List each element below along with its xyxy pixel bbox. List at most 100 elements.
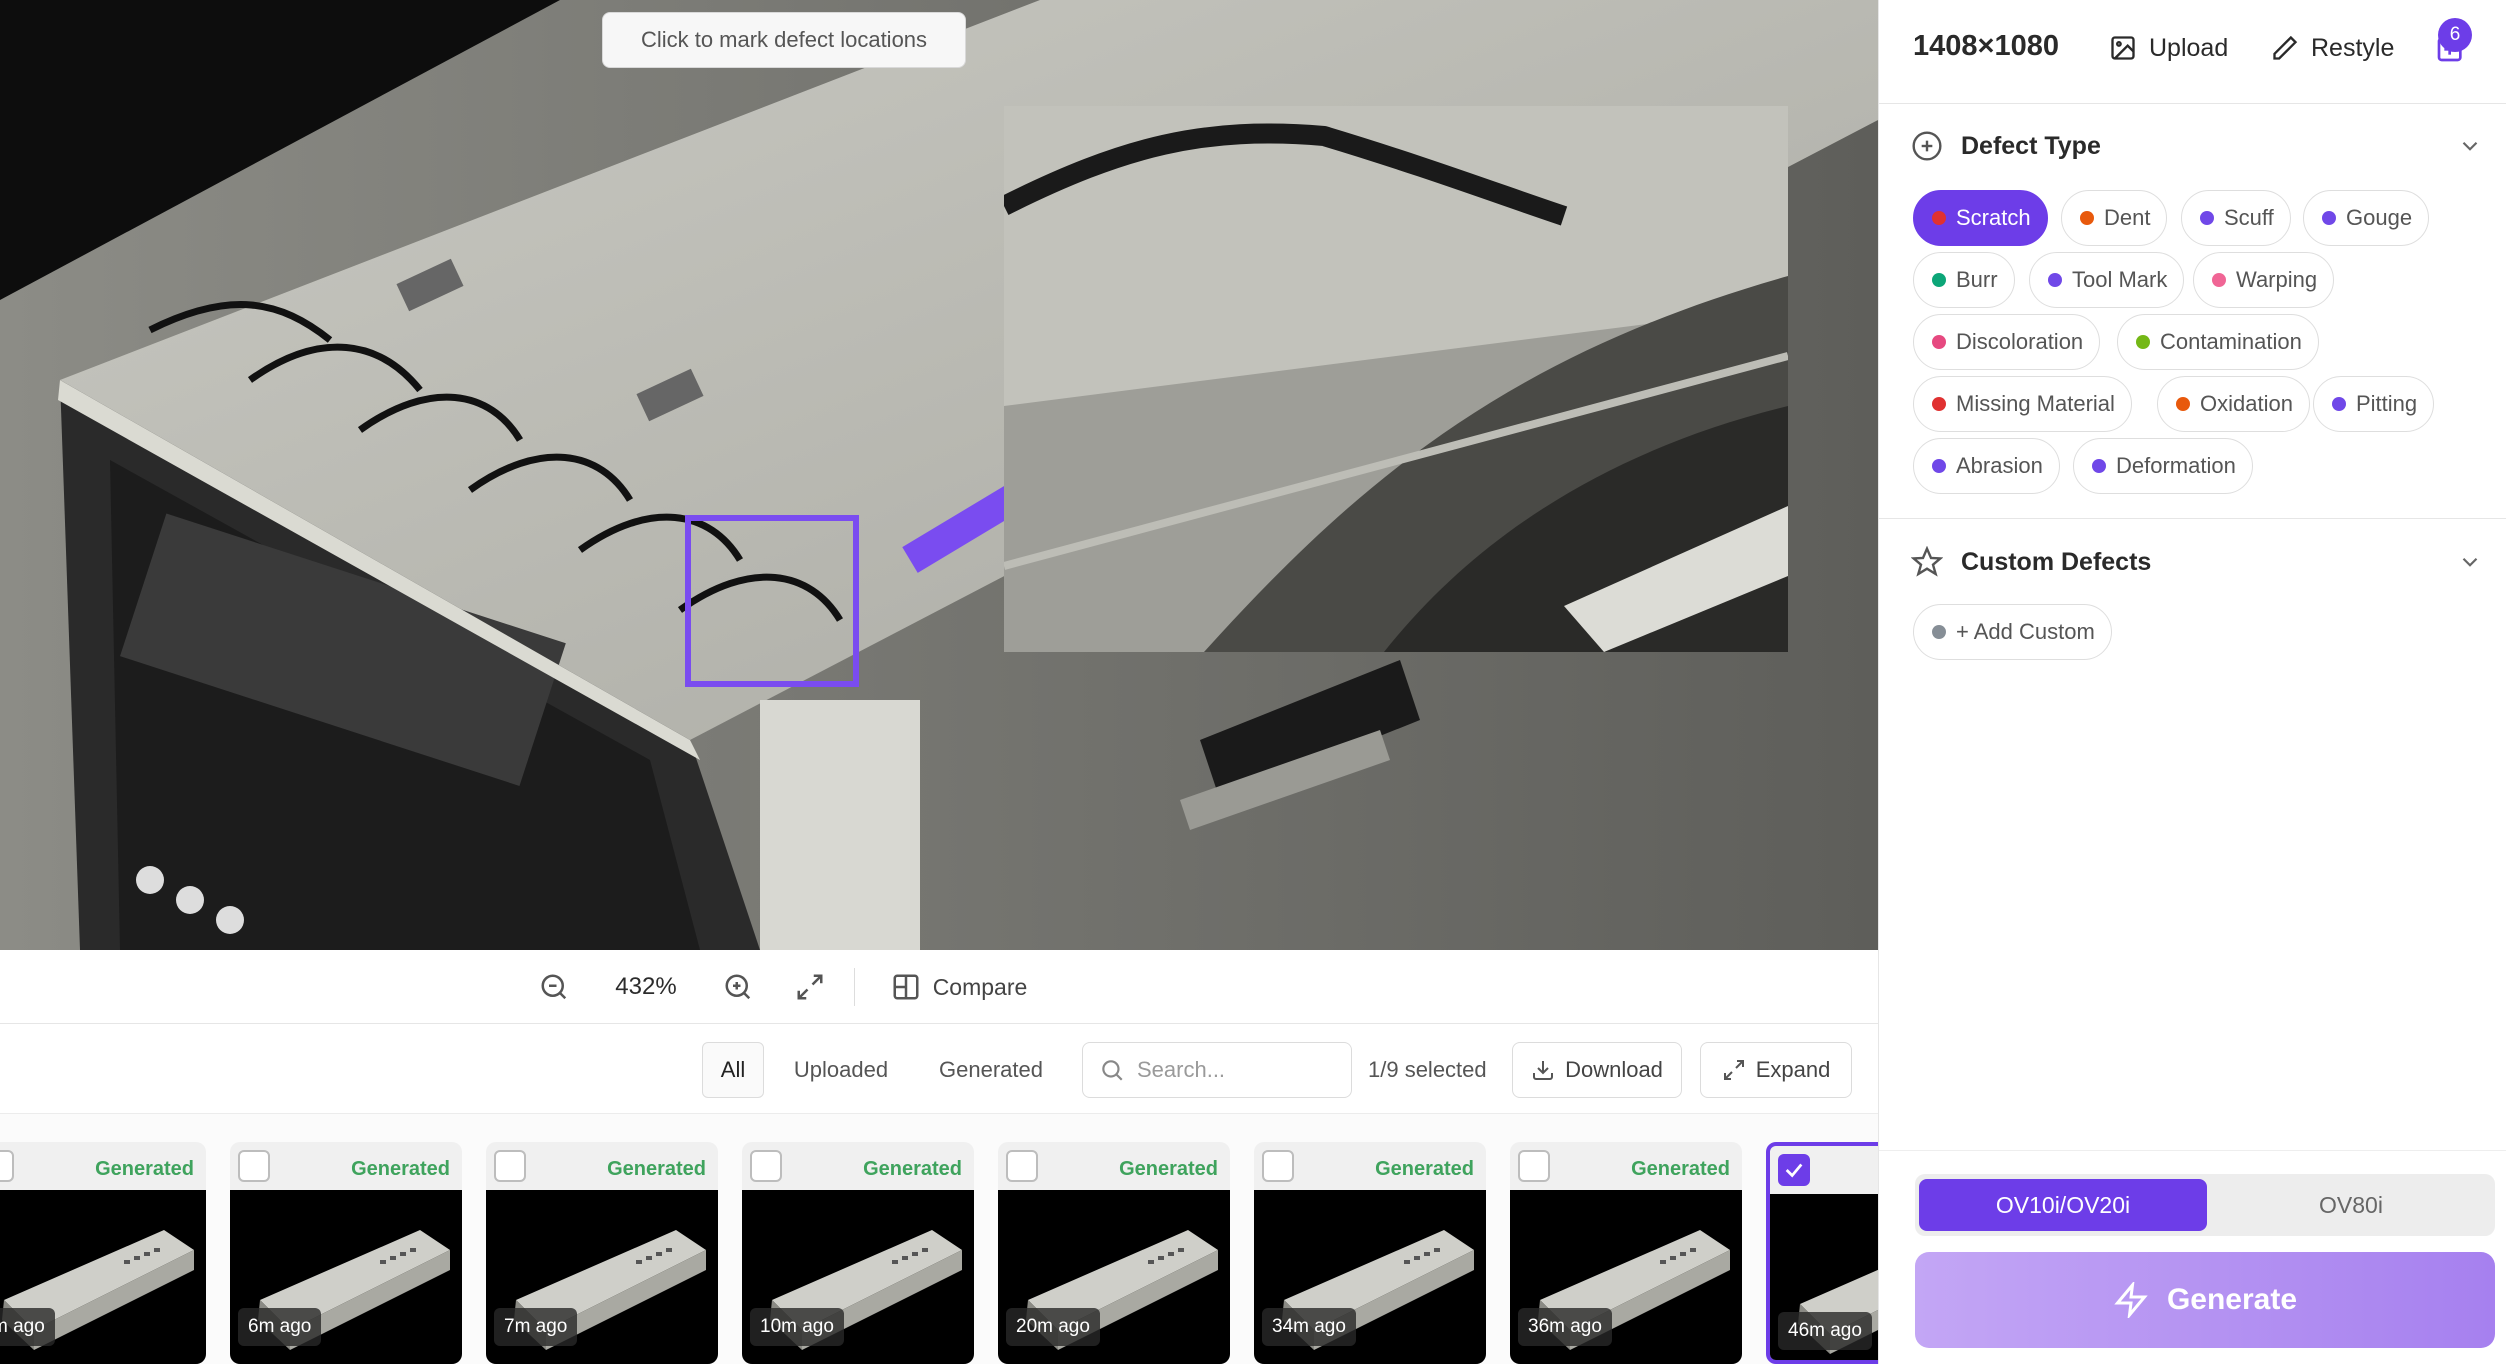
thumbnail-card[interactable]: Generated 7m ago [486,1142,718,1364]
thumbnail-checkbox[interactable] [0,1150,14,1182]
thumbnail-checkbox[interactable] [494,1150,526,1182]
thumbnail-checkbox[interactable] [1518,1150,1550,1182]
thumbnail-checkbox[interactable] [238,1150,270,1182]
custom-defects-title: Custom Defects [1961,547,2152,576]
generated-tag: Generated [1119,1158,1218,1180]
search-box[interactable] [1082,1042,1352,1098]
zoom-level: 432% [615,973,677,1000]
chip-color-dot [2332,397,2346,411]
chip-color-dot [1932,273,1946,287]
upload-label: Upload [2149,33,2229,62]
image-canvas[interactable]: Click to mark defect locations [0,0,1878,950]
zoom-in-button[interactable] [710,950,766,1024]
thumbnail-card[interactable]: Generated 20m ago [998,1142,1230,1364]
add-custom-defect-button[interactable]: + Add Custom [1913,604,2112,660]
chip-label: Oxidation [2200,391,2293,416]
generate-label: Generate [2166,1283,2298,1316]
thumbnail-card[interactable]: Generated 36m ago [1510,1142,1742,1364]
filter-tab-uploaded[interactable]: Uploaded [776,1042,906,1098]
generated-tag: Generated [1375,1158,1474,1180]
thumbnail-card[interactable]: Generated 34m ago [1254,1142,1486,1364]
filter-tab-all[interactable]: All [702,1042,764,1098]
restyle-button[interactable]: Restyle [2271,26,2394,70]
defect-type-header[interactable]: Defect Type [1879,106,2506,186]
model-option-ov10i-ov20i[interactable]: OV10i/OV20i [1919,1179,2207,1231]
chip-label: Deformation [2116,453,2236,478]
section-divider [1879,1150,2506,1151]
chip-color-dot [2092,459,2106,473]
right-panel: 1408×1080 Upload Restyle 6 Defect Type S… [1878,0,2506,1364]
thumbnail-timestamp: 6m ago [238,1308,322,1346]
defect-chip-missing-material[interactable]: Missing Material [1913,376,2132,432]
magnifier-inset [1004,106,1788,652]
toolbar-divider [854,968,855,1006]
search-input[interactable] [1137,1057,1337,1083]
columns-icon [893,974,919,1000]
model-option-ov80i[interactable]: OV80i [2211,1179,2491,1231]
zoom-out-icon [541,974,567,1000]
generated-tag: Generated [863,1158,962,1180]
defect-chip-oxidation[interactable]: Oxidation [2157,376,2310,432]
thumbnail-checkbox[interactable] [1262,1150,1294,1182]
thumbnail-card[interactable]: Generated m ago [0,1142,206,1364]
upload-button[interactable]: Upload [2109,26,2228,70]
defect-chip-gouge[interactable]: Gouge [2303,190,2430,246]
defect-chip-discoloration[interactable]: Discoloration [1913,314,2101,370]
thumbnail-checkbox[interactable] [1778,1154,1810,1186]
defect-chip-contamination[interactable]: Contamination [2117,314,2319,370]
lightning-icon [2114,1282,2148,1318]
defect-chip-scratch[interactable]: Scratch [1913,190,2048,246]
star-icon [1911,546,1943,577]
chip-label: Abrasion [1956,453,2043,478]
chip-label: Tool Mark [2072,267,2168,292]
defect-chip-deformation[interactable]: Deformation [2073,438,2253,494]
thumbnail-card[interactable]: 46m ago [1766,1142,1878,1364]
expand-label: Expand [1755,1057,1831,1082]
thumbnail-timestamp: 10m ago [750,1308,844,1346]
defect-chip-dent[interactable]: Dent [2061,190,2168,246]
generate-button[interactable]: Generate [1915,1252,2495,1348]
zoom-out-button[interactable] [526,950,582,1024]
chip-color-dot [1932,459,1946,473]
compare-button[interactable]: Compare [884,950,1034,1024]
thumbnail-checkbox[interactable] [750,1150,782,1182]
download-icon [1533,1061,1554,1080]
defect-chip-scuff[interactable]: Scuff [2181,190,2291,246]
chip-label: Burr [1956,267,1998,292]
thumbnail-strip: Generated m ago Generated 6m ago Generated 7m… [0,1114,1878,1364]
defect-type-title: Defect Type [1961,131,2101,160]
chip-color-dot [2048,273,2062,287]
defect-chip-burr[interactable]: Burr [1913,252,2015,308]
expand-button[interactable]: Expand [1700,1042,1852,1098]
chip-color-dot [2322,211,2336,225]
defect-chip-warping[interactable]: Warping [2193,252,2335,308]
chip-color-dot [1932,625,1946,639]
download-label: Download [1565,1057,1663,1082]
chip-color-dot [1932,211,1946,225]
thumbnail-card[interactable]: Generated 6m ago [230,1142,462,1364]
defect-chip-pitting[interactable]: Pitting [2313,376,2435,432]
defect-chip-abrasion[interactable]: Abrasion [1913,438,2060,494]
chip-label: Scuff [2224,205,2274,230]
defect-chip-tool-mark[interactable]: Tool Mark [2029,252,2185,308]
generated-tag: Generated [95,1158,194,1180]
gallery-filter-bar: All Uploaded Generated 1/9 selected Down… [0,1024,1878,1114]
filter-tab-generated[interactable]: Generated [918,1042,1064,1098]
restyle-label: Restyle [2311,33,2395,62]
download-button[interactable]: Download [1512,1042,1682,1098]
pencil-icon [2273,35,2298,60]
layers-count-badge: 6 [2438,18,2472,52]
custom-defects-header[interactable]: Custom Defects [1879,522,2506,602]
zoom-in-icon [725,974,751,1000]
chip-color-dot [2212,273,2226,287]
chip-label: Contamination [2160,329,2302,354]
app-window: Click to mark defect locations 432% Comp… [0,0,2506,1364]
chip-label: Gouge [2346,205,2413,230]
chip-label: Pitting [2356,391,2418,416]
image-dimensions: 1408×1080 [1913,30,2059,62]
fullscreen-button[interactable] [782,950,838,1024]
thumbnail-timestamp: 20m ago [1006,1308,1100,1346]
chip-color-dot [2200,211,2214,225]
thumbnail-checkbox[interactable] [1006,1150,1038,1182]
thumbnail-card[interactable]: Generated 10m ago [742,1142,974,1364]
